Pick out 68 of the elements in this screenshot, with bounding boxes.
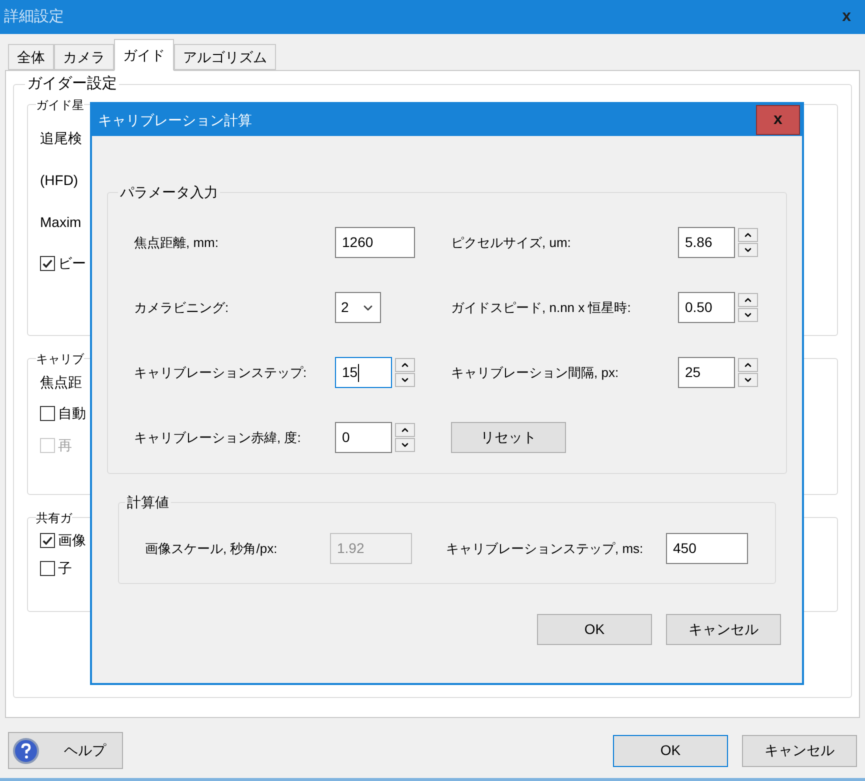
group-title: ガイダー設定 bbox=[26, 74, 118, 94]
chevron-up-icon bbox=[400, 360, 410, 370]
number-field[interactable]: 15 bbox=[335, 357, 392, 388]
field-label: キャリブレーションステップ, ms: bbox=[446, 540, 644, 558]
field-label: Maxim bbox=[40, 212, 82, 232]
chevron-down-icon bbox=[400, 375, 410, 385]
field-label: ピクセルサイズ, um: bbox=[451, 234, 572, 252]
tab[interactable]: アルゴリズム bbox=[174, 44, 276, 70]
checkbox[interactable] bbox=[40, 406, 55, 421]
field-label: キャリブレーションステップ: bbox=[134, 364, 308, 382]
help-button[interactable]: ヘルプ bbox=[8, 732, 123, 769]
chevron-down-icon bbox=[743, 375, 753, 385]
field-label: 焦点距離, mm: bbox=[134, 234, 220, 252]
spin-down-button[interactable] bbox=[738, 373, 758, 387]
dialog-button[interactable]: OK bbox=[613, 734, 728, 766]
checkbox-label: 画像 bbox=[58, 531, 86, 550]
dialog-button[interactable]: キャンセル bbox=[742, 734, 857, 766]
chevron-up-icon bbox=[743, 360, 753, 370]
checkbox[interactable] bbox=[40, 561, 55, 576]
spin-up-button[interactable] bbox=[395, 423, 415, 437]
checkbox-label: 自動 bbox=[58, 404, 86, 423]
dialog-button[interactable]: OK bbox=[537, 614, 652, 645]
field-label: ガイドスピード, n.nn x 恒星時: bbox=[451, 298, 632, 317]
checkbox-label: ビー bbox=[58, 254, 86, 273]
spin-up-button[interactable] bbox=[738, 293, 758, 307]
chevron-down-icon bbox=[400, 440, 410, 450]
field-label: 画像スケール, 秒角/px: bbox=[145, 540, 278, 558]
close-button[interactable]: x bbox=[842, 5, 851, 29]
dialog-button[interactable]: キャンセル bbox=[666, 614, 781, 645]
spin-up-button[interactable] bbox=[395, 358, 415, 372]
field-label: キャリブレーション赤緯, 度: bbox=[134, 428, 302, 447]
chevron-up-icon bbox=[743, 230, 753, 240]
field-label: カメラビニング: bbox=[134, 298, 230, 317]
number-field[interactable]: 0 bbox=[335, 422, 392, 453]
spin-down-button[interactable] bbox=[395, 438, 415, 452]
reset-button[interactable]: リセット bbox=[451, 422, 566, 453]
dropdown[interactable]: 2 bbox=[335, 292, 381, 323]
number-field[interactable]: 5.86 bbox=[678, 227, 735, 258]
chevron-down-icon bbox=[743, 245, 753, 255]
checkbox[interactable] bbox=[40, 256, 55, 271]
tab[interactable]: ガイド bbox=[114, 39, 174, 71]
help-icon bbox=[12, 736, 40, 764]
tab[interactable]: 全体 bbox=[8, 44, 54, 70]
field-label: 焦点距 bbox=[40, 372, 82, 392]
spin-down-button[interactable] bbox=[395, 373, 415, 387]
window-title: 詳細設定 bbox=[4, 6, 64, 27]
field-label: (HFD) bbox=[40, 170, 78, 190]
chevron-up-icon bbox=[743, 295, 753, 305]
checkbox-label: 再 bbox=[58, 436, 72, 455]
number-field[interactable]: 0.50 bbox=[678, 292, 735, 323]
spin-down-button[interactable] bbox=[738, 308, 758, 322]
field-label: 追尾検 bbox=[40, 128, 82, 148]
checkbox-label: 子 bbox=[58, 559, 72, 578]
spin-down-button[interactable] bbox=[738, 243, 758, 257]
close-button[interactable]: x bbox=[756, 105, 800, 135]
chevron-up-icon bbox=[400, 425, 410, 435]
group-title: パラメータ入力 bbox=[119, 183, 219, 202]
chevron-down-icon bbox=[743, 310, 753, 320]
text-field[interactable]: 1260 bbox=[335, 227, 415, 258]
checkbox[interactable] bbox=[40, 533, 55, 548]
tab[interactable]: カメラ bbox=[54, 44, 114, 70]
field-label: キャリブレーション間隔, px: bbox=[451, 364, 620, 382]
value-field[interactable]: 450 bbox=[666, 533, 748, 564]
number-field[interactable]: 25 bbox=[678, 357, 735, 388]
dialog-title: キャリブレーション計算 bbox=[98, 110, 252, 130]
spin-up-button[interactable] bbox=[738, 228, 758, 242]
spin-up-button[interactable] bbox=[738, 358, 758, 372]
group-title: 計算値 bbox=[126, 493, 170, 512]
